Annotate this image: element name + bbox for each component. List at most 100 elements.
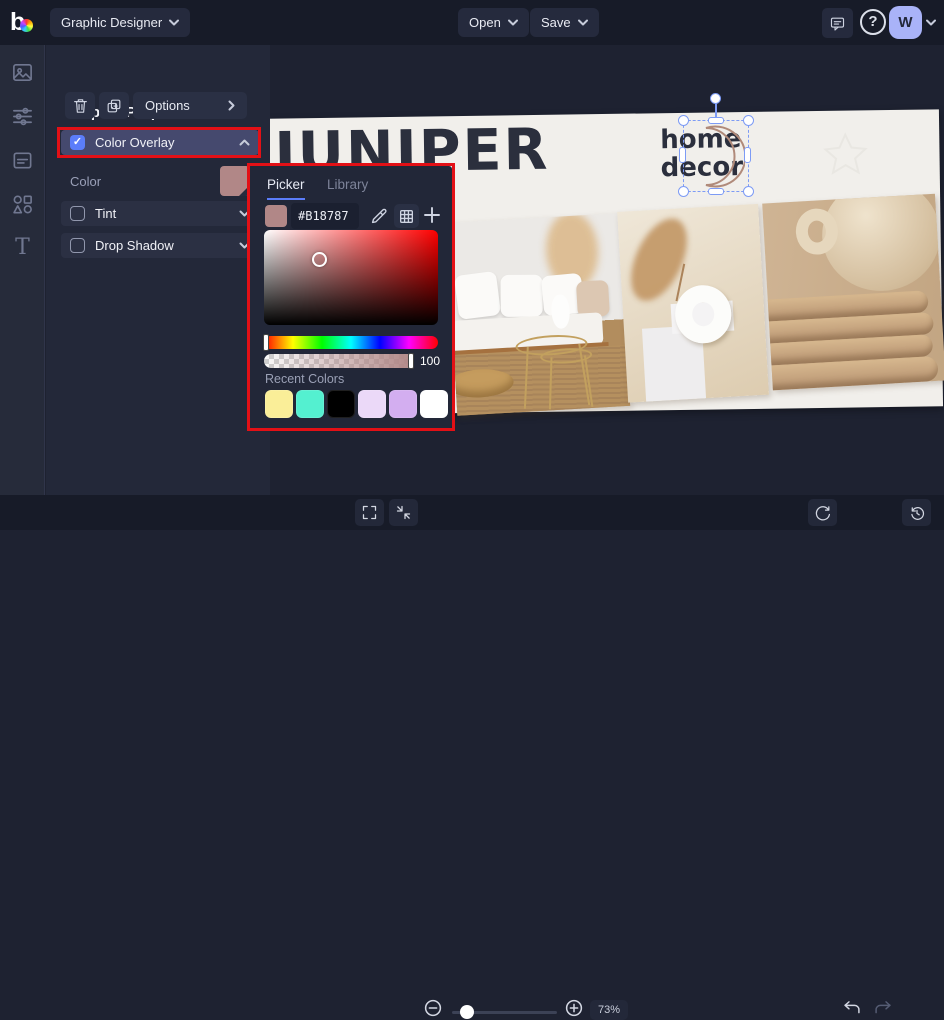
open-button[interactable]: Open [458,8,529,37]
chevron-right-icon [228,100,235,111]
undo-button[interactable] [842,998,862,1017]
reset-button[interactable] [808,499,837,526]
color-picker-popup: Picker Library #B18787 100 Recent Colors [250,166,452,428]
selection-handle-sw[interactable] [678,186,689,197]
drop-shadow-row[interactable]: Drop Shadow [61,233,259,258]
sidebar-item-edit[interactable] [11,105,34,128]
selection-handle-w[interactable] [679,147,686,163]
zoom-in-button[interactable] [565,999,583,1017]
selection-handle-n[interactable] [708,117,724,124]
recent-color-swatch[interactable] [389,390,417,418]
add-color-plus-icon[interactable] [423,206,441,224]
color-overlay-row[interactable]: ✓ Color Overlay [61,130,259,155]
selection-handle-nw[interactable] [678,115,689,126]
opacity-slider[interactable] [264,353,414,369]
tint-label: Tint [95,206,117,221]
selection-handle-s[interactable] [708,188,724,195]
color-row-label: Color [70,173,102,189]
account-chevron-down-icon[interactable] [926,19,936,26]
fit-screen-button[interactable] [389,499,418,526]
zoom-slider-handle[interactable] [460,1005,474,1019]
left-toolbar: T [0,45,45,530]
recent-color-swatch[interactable] [265,390,293,418]
sidebar-item-templates[interactable] [11,149,34,172]
selection-handle-e[interactable] [744,147,751,163]
chevron-down-icon [507,19,518,26]
pillow [453,270,502,320]
recent-color-swatch[interactable] [296,390,324,418]
current-color-swatch [265,205,287,227]
sidebar-item-graphics[interactable] [11,193,34,216]
recent-colors-label: Recent Colors [265,372,345,386]
shapes-icon [13,195,32,214]
image-icon [13,64,32,81]
recent-color-swatch[interactable] [358,390,386,418]
tint-row[interactable]: Tint [61,201,259,226]
ceramic-cup [819,193,944,295]
text-icon: T [15,235,30,260]
fullscreen-button[interactable] [355,499,384,526]
chevron-down-icon [169,19,180,26]
hue-slider[interactable] [263,334,438,351]
canvas-photo-ceramics[interactable] [762,193,944,391]
drop-shadow-checkbox[interactable] [70,238,85,253]
star-shape[interactable] [821,130,870,179]
color-swatch-button[interactable] [220,166,250,196]
saturation-brightness-field[interactable] [264,230,438,325]
canvas-photo-sofa[interactable] [446,213,631,416]
history-button[interactable] [902,499,931,526]
app-logo-icon[interactable]: b [10,7,40,37]
color-overlay-checkbox[interactable]: ✓ [70,135,85,150]
delete-button[interactable] [65,92,95,119]
options-button[interactable]: Options [133,92,247,119]
chat-icon [830,17,845,31]
sidebar-item-image-manager[interactable] [11,61,34,84]
graphic-properties-panel: Graphic Properties i Options ✓ Color Ove… [46,45,270,530]
hue-slider-handle[interactable] [263,334,269,351]
zoom-level-badge: 73% [590,1000,628,1020]
recent-color-swatch[interactable] [327,390,355,418]
rotation-handle[interactable] [710,93,721,104]
opacity-value: 100 [420,354,441,368]
drop-shadow-label: Drop Shadow [95,238,174,253]
fullscreen-icon [362,505,377,520]
help-button[interactable]: ? [860,9,886,35]
color-field-cursor[interactable] [312,252,327,267]
chevron-down-icon [577,19,588,26]
library-grid-button[interactable] [394,204,419,228]
color-overlay-label: Color Overlay [95,135,175,150]
opacity-slider-handle[interactable] [408,353,414,369]
recent-color-swatch[interactable] [420,390,448,418]
grid-icon [400,209,413,223]
avatar[interactable]: W [889,6,922,39]
tab-library[interactable]: Library [327,177,368,192]
selection-handle-se[interactable] [743,186,754,197]
chevron-up-icon [239,139,250,146]
save-button[interactable]: Save [530,8,599,37]
canvas-photo-vase[interactable] [617,203,769,403]
chevron-down-icon [239,210,250,217]
duplicate-button[interactable] [99,92,129,119]
selection-bounding-box[interactable] [683,120,749,192]
help-icon: ? [868,13,878,30]
app-menu-button[interactable]: Graphic Designer [50,8,191,37]
duplicate-icon [107,99,121,112]
save-button-label: Save [541,15,571,30]
app-menu-label: Graphic Designer [61,15,163,30]
sidebar-item-text[interactable]: T [11,235,34,260]
fit-screen-icon [396,505,411,520]
tint-checkbox[interactable] [70,206,85,221]
tab-picker[interactable]: Picker [267,177,305,200]
hex-input[interactable]: #B18787 [291,203,359,229]
refresh-icon [815,505,830,520]
eyedropper-icon[interactable] [370,206,389,225]
zoom-slider[interactable] [452,1005,557,1019]
top-bar: b Graphic Designer Open Save ? W [0,0,944,45]
zoom-out-button[interactable] [424,999,442,1017]
chevron-down-icon [239,242,250,249]
redo-button[interactable] [873,998,893,1017]
bottom-bar: 73% [0,495,944,1020]
options-label: Options [145,98,190,113]
feedback-button[interactable] [822,8,853,38]
selection-handle-ne[interactable] [743,115,754,126]
